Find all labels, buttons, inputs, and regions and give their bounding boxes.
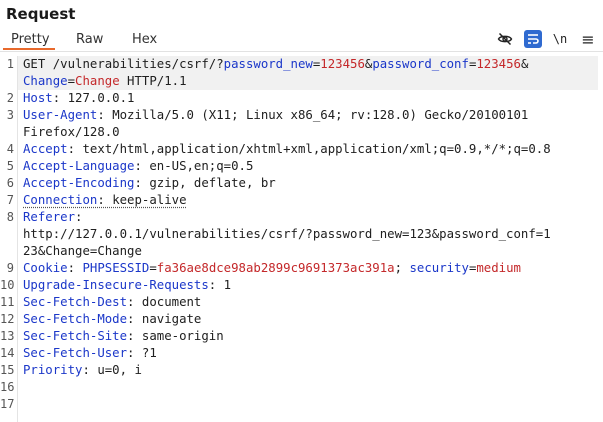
header-value: : same-origin	[127, 329, 224, 343]
tab-pretty[interactable]: Pretty	[11, 32, 50, 47]
query-param-name: password_conf	[372, 57, 469, 71]
header-accept: Accept: text/html,application/xhtml+xml,…	[23, 141, 551, 158]
query-param-name: Change	[23, 74, 68, 88]
header-name: Accept-Language	[23, 159, 135, 173]
line-number: 3	[6, 108, 14, 122]
line-number: 14	[0, 346, 15, 360]
header-cookie: Cookie: PHPSESSID=fa36ae8dce98ab2899c969…	[23, 260, 521, 277]
header-name: Cookie	[23, 261, 68, 275]
header-upgrade-insecure-requests: Upgrade-Insecure-Requests: 1	[23, 277, 231, 294]
line-number: 16	[0, 380, 15, 394]
header-referer-wrap: http://127.0.0.1/vulnerabilities/csrf/?p…	[23, 226, 551, 243]
query-param-value: Change	[75, 74, 120, 88]
header-sec-fetch-mode: Sec-Fetch-Mode: navigate	[23, 311, 201, 328]
header-name: Sec-Fetch-Site	[23, 329, 128, 343]
line-number: 5	[6, 159, 14, 173]
wrap-lines-icon[interactable]	[524, 30, 542, 48]
header-value: : en-US,en;q=0.5	[134, 159, 254, 173]
eye-slash-icon[interactable]	[496, 30, 514, 48]
header-connection: Connection: keep-alive	[23, 192, 187, 209]
header-name: Connection	[23, 193, 98, 207]
header-name: Referer	[23, 210, 76, 224]
line-number: 6	[6, 176, 14, 190]
cookie-name: PHPSESSID	[82, 261, 150, 275]
header-name: Accept	[23, 142, 68, 156]
query-param-value: 123456	[320, 57, 365, 71]
header-value: : text/html,application/xhtml+xml,applic…	[67, 142, 551, 156]
request-line-wrap: Change=Change HTTP/1.1	[23, 73, 187, 90]
line-number: 17	[0, 397, 15, 411]
http-method: GET	[23, 57, 46, 71]
header-value: : keep-alive	[97, 193, 187, 207]
line-number: 13	[0, 329, 15, 343]
header-value: : 127.0.0.1	[52, 91, 135, 105]
tab-divider	[0, 51, 603, 52]
panel-title: Request	[6, 5, 76, 23]
request-path: /vulnerabilities/csrf/?	[45, 57, 224, 71]
header-user-agent: User-Agent: Mozilla/5.0 (X11; Linux x86_…	[23, 107, 528, 124]
menu-icon[interactable]: ≡	[579, 30, 597, 49]
ampersand: &	[520, 57, 529, 71]
header-name: Accept-Encoding	[23, 176, 135, 190]
request-line: GET /vulnerabilities/csrf/?password_new=…	[23, 56, 528, 73]
tab-raw[interactable]: Raw	[76, 32, 103, 47]
header-priority: Priority: u=0, i	[23, 362, 142, 379]
line-number: 7	[6, 193, 14, 207]
cookie-value: fa36ae8dce98ab2899c9691373ac391a	[156, 261, 395, 275]
header-name: User-Agent	[23, 108, 98, 122]
header-sec-fetch-site: Sec-Fetch-Site: same-origin	[23, 328, 224, 345]
header-value: : u=0, i	[82, 363, 142, 377]
cookie-separator: ;	[394, 261, 410, 275]
header-value: : navigate	[127, 312, 202, 326]
header-name: Host	[23, 91, 53, 105]
request-editor[interactable]: 1 2 3 4 5 6 7 8 9 10 11 12 13 14 15 16 1…	[0, 56, 603, 422]
header-sec-fetch-user: Sec-Fetch-User: ?1	[23, 345, 157, 362]
header-name: Sec-Fetch-Dest	[23, 295, 128, 309]
header-user-agent-wrap: Firefox/128.0	[23, 124, 120, 141]
header-host: Host: 127.0.0.1	[23, 90, 134, 107]
line-number: 1	[6, 57, 14, 71]
header-name: Priority	[23, 363, 83, 377]
header-value: http://127.0.0.1/vulnerabilities/csrf/?p…	[23, 227, 551, 241]
line-number: 15	[0, 363, 15, 377]
header-value: : document	[127, 295, 202, 309]
equals-sign: =	[67, 74, 76, 88]
line-number: 12	[0, 312, 15, 326]
header-referer: Referer:	[23, 209, 82, 226]
cookie-name: security	[409, 261, 469, 275]
header-value: : gzip, deflate, br	[134, 176, 276, 190]
active-tab-indicator	[3, 48, 55, 50]
header-separator: :	[67, 261, 83, 275]
line-number: 11	[0, 295, 15, 309]
newline-toggle-icon[interactable]: \n	[551, 30, 569, 48]
http-protocol: HTTP/1.1	[119, 74, 187, 88]
header-value: Firefox/128.0	[23, 125, 120, 139]
header-value: : 1	[208, 278, 232, 292]
header-value: 23&Change=Change	[23, 244, 142, 258]
header-referer-wrap: 23&Change=Change	[23, 243, 142, 260]
header-name: Upgrade-Insecure-Requests	[23, 278, 209, 292]
query-param-value: 123456	[476, 57, 521, 71]
equals-sign: =	[149, 261, 157, 275]
line-number: 4	[6, 142, 14, 156]
header-name: Sec-Fetch-User	[23, 346, 128, 360]
header-sec-fetch-dest: Sec-Fetch-Dest: document	[23, 294, 201, 311]
query-param-name: password_new	[223, 57, 313, 71]
header-accept-language: Accept-Language: en-US,en;q=0.5	[23, 158, 253, 175]
header-accept-encoding: Accept-Encoding: gzip, deflate, br	[23, 175, 276, 192]
line-number: 10	[0, 278, 15, 292]
tab-hex[interactable]: Hex	[132, 32, 157, 47]
header-value: : ?1	[127, 346, 157, 360]
cookie-value: medium	[476, 261, 521, 275]
line-number: 9	[6, 261, 14, 275]
line-number: 2	[6, 91, 14, 105]
header-value: : Mozilla/5.0 (X11; Linux x86_64; rv:128…	[97, 108, 529, 122]
header-name: Sec-Fetch-Mode	[23, 312, 128, 326]
line-number-gutter: 1 2 3 4 5 6 7 8 9 10 11 12 13 14 15 16 1…	[0, 56, 18, 422]
line-number: 8	[6, 210, 14, 224]
header-value: :	[75, 210, 83, 224]
